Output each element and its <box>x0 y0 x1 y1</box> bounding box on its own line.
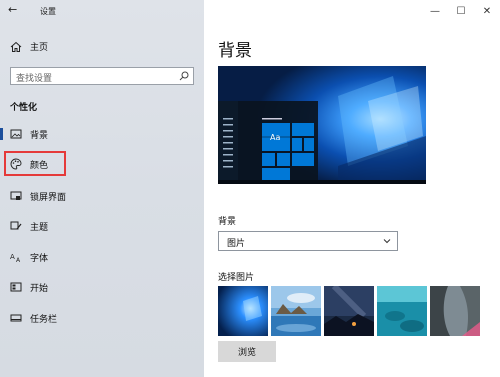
window-controls: — ☐ ✕ <box>422 0 500 22</box>
thumbnail-night-sky[interactable] <box>324 286 374 336</box>
thumbnail-image <box>218 286 268 336</box>
lock-screen-icon <box>10 191 22 200</box>
start-icon <box>10 282 22 292</box>
section-title: 个性化 <box>10 103 38 113</box>
background-label: 背景 <box>218 217 237 227</box>
settings-sidebar: ← 设置 主页 查找设置 个性化 背景 颜色 锁屏界面 主题 A A 字体 开始… <box>0 0 204 377</box>
active-indicator <box>0 128 3 140</box>
desktop-preview: Aa <box>218 66 426 184</box>
sidebar-item-label: 背景 <box>30 130 49 141</box>
taskbar-icon <box>10 314 22 322</box>
picture-icon <box>10 129 22 139</box>
thumbnail-rock[interactable] <box>430 286 480 336</box>
thumbnail-image <box>377 286 427 336</box>
font-icon: A A <box>10 253 21 263</box>
sidebar-item-label: 开始 <box>30 283 49 294</box>
thumbnail-image <box>430 286 480 336</box>
sidebar-item-lock-screen[interactable]: 锁屏界面 <box>0 182 204 210</box>
sidebar-item-label: 字体 <box>30 253 49 264</box>
windows-wallpaper-preview: Aa <box>218 66 426 184</box>
picture-thumbnails <box>218 286 480 336</box>
chevron-down-icon <box>383 239 391 244</box>
select-value: 图片 <box>227 239 246 249</box>
maximize-button[interactable]: ☐ <box>448 0 474 22</box>
title-bar: ← 设置 <box>0 0 204 22</box>
close-button[interactable]: ✕ <box>474 0 500 22</box>
background-type-select[interactable]: 图片 <box>218 231 398 251</box>
search-input[interactable]: 查找设置 <box>10 67 194 85</box>
sidebar-item-themes[interactable]: 主题 <box>0 212 204 240</box>
home-link[interactable]: 主页 <box>10 40 48 53</box>
thumbnail-beach[interactable] <box>271 286 321 336</box>
thumbnail-image <box>324 286 374 336</box>
svg-text:A: A <box>16 257 21 263</box>
app-title: 设置 <box>40 7 56 16</box>
page-title: 背景 <box>218 41 252 61</box>
svg-text:A: A <box>10 253 15 261</box>
back-button[interactable]: ← <box>8 3 17 16</box>
highlight-box <box>4 151 66 176</box>
brush-icon <box>10 221 22 230</box>
main-panel: — ☐ ✕ 背景 Aa 背景 图片 选择图片 浏览 <box>204 0 500 377</box>
search-placeholder: 查找设置 <box>16 74 53 84</box>
minimize-button[interactable]: — <box>422 0 448 22</box>
home-label: 主页 <box>30 43 49 53</box>
thumbnail-underwater[interactable] <box>377 286 427 336</box>
preview-tile-label: Aa <box>270 133 280 142</box>
thumbnail-image <box>271 286 321 336</box>
thumbnail-windows[interactable] <box>218 286 268 336</box>
search-icon[interactable] <box>179 71 189 81</box>
sidebar-item-taskbar[interactable]: 任务栏 <box>0 304 204 332</box>
sidebar-item-start[interactable]: 开始 <box>0 273 204 301</box>
sidebar-item-label: 锁屏界面 <box>30 192 67 203</box>
sidebar-item-label: 任务栏 <box>30 314 58 325</box>
sidebar-item-label: 主题 <box>30 222 49 233</box>
browse-button[interactable]: 浏览 <box>218 341 276 362</box>
sidebar-item-fonts[interactable]: A A 字体 <box>0 243 204 271</box>
choose-picture-label: 选择图片 <box>218 273 255 283</box>
sidebar-item-background[interactable]: 背景 <box>0 120 204 148</box>
home-icon <box>10 41 22 52</box>
